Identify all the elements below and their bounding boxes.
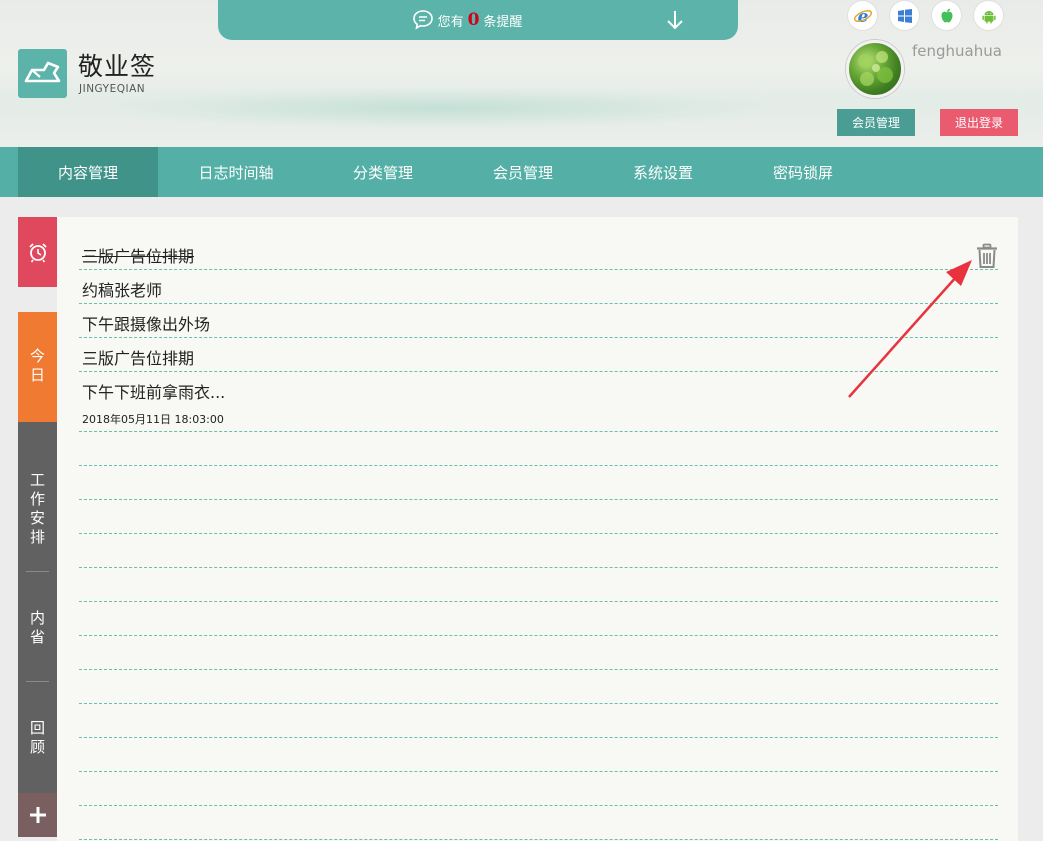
note-item[interactable]: 三版广告位排期 [82,345,194,369]
reminder-count: 0 [467,10,480,30]
nav-item-system-settings[interactable]: 系统设置 [593,147,733,197]
nav-item-log-timeline[interactable]: 日志时间轴 [166,147,306,197]
reminder-suffix: 条提醒 [483,14,523,30]
svg-text:e: e [857,7,868,26]
logout-button[interactable]: 退出登录 [940,109,1018,136]
note-line [79,431,998,432]
sidebar-tab-reflection[interactable]: 内省 [18,594,57,664]
note-line [79,703,998,704]
note-item[interactable]: 下午跟摄像出外场 [82,311,210,335]
platform-icons: e [848,1,1003,30]
reminder-text: 您有 0 条提醒 [438,10,523,30]
reminder-prefix: 您有 [437,14,464,30]
note-line [79,635,998,636]
note-line [79,371,998,372]
main-nav: 内容管理 日志时间轴 分类管理 会员管理 系统设置 密码锁屏 [0,147,1043,197]
header: 您有 0 条提醒 敬业签 JINGYEQIAN e fenghuahua 会员管… [0,0,1043,147]
note-line [79,771,998,772]
windows-icon[interactable] [890,1,919,30]
note-line [79,567,998,568]
nav-item-content-management[interactable]: 内容管理 [18,147,158,197]
note-line [79,805,998,806]
trash-icon[interactable] [975,243,999,269]
note-line [79,303,998,304]
sidebar-tab-work[interactable]: 工作安排 [18,450,57,570]
ie-icon[interactable]: e [848,1,877,30]
note-line [79,601,998,602]
nav-item-member-management[interactable]: 会员管理 [453,147,593,197]
plus-icon [29,807,46,823]
sidebar-tab-today[interactable]: 今日 [18,312,57,422]
chat-bubble-icon [413,10,433,30]
add-category-button[interactable] [18,793,57,837]
note-line [79,337,998,338]
note-line [79,533,998,534]
notes-panel: 三版广告位排期 约稿张老师 下午跟摄像出外场 三版广告位排期 下午下班前拿雨衣.… [57,217,1018,841]
username: fenghuahua [912,42,1002,60]
sidebar-categories: 工作安排 内省 回顾 [18,422,57,793]
nav-item-category-management[interactable]: 分类管理 [313,147,453,197]
android-icon[interactable] [974,1,1003,30]
note-line [79,839,998,840]
note-line [79,499,998,500]
alarm-clock-icon [28,243,47,263]
apple-icon[interactable] [932,1,961,30]
note-item-done[interactable]: 三版广告位排期 [82,243,194,267]
sidebar-tab-review[interactable]: 回顾 [18,704,57,774]
note-line [79,465,998,466]
nav-item-password-lock[interactable]: 密码锁屏 [733,147,873,197]
note-item[interactable]: 约稿张老师 [82,277,162,301]
brand-subtitle: JINGYEQIAN [79,83,146,95]
sidebar-divider [26,571,49,572]
logo-icon [24,61,61,83]
logo[interactable] [18,49,67,98]
header-background [120,88,760,128]
note-item[interactable]: 下午下班前拿雨衣... [82,379,225,403]
note-date: 2018年05月11日 18:03:00 [82,413,224,426]
member-management-button[interactable]: 会员管理 [837,109,915,136]
arrow-down-icon[interactable] [664,8,686,32]
note-line [79,269,998,270]
alarm-tab[interactable] [18,217,57,287]
brand-title: 敬业签 [78,52,157,81]
note-line [79,737,998,738]
note-line [79,669,998,670]
avatar[interactable] [846,40,904,98]
reminder-bar[interactable]: 您有 0 条提醒 [218,0,738,40]
sidebar-divider [26,681,49,682]
